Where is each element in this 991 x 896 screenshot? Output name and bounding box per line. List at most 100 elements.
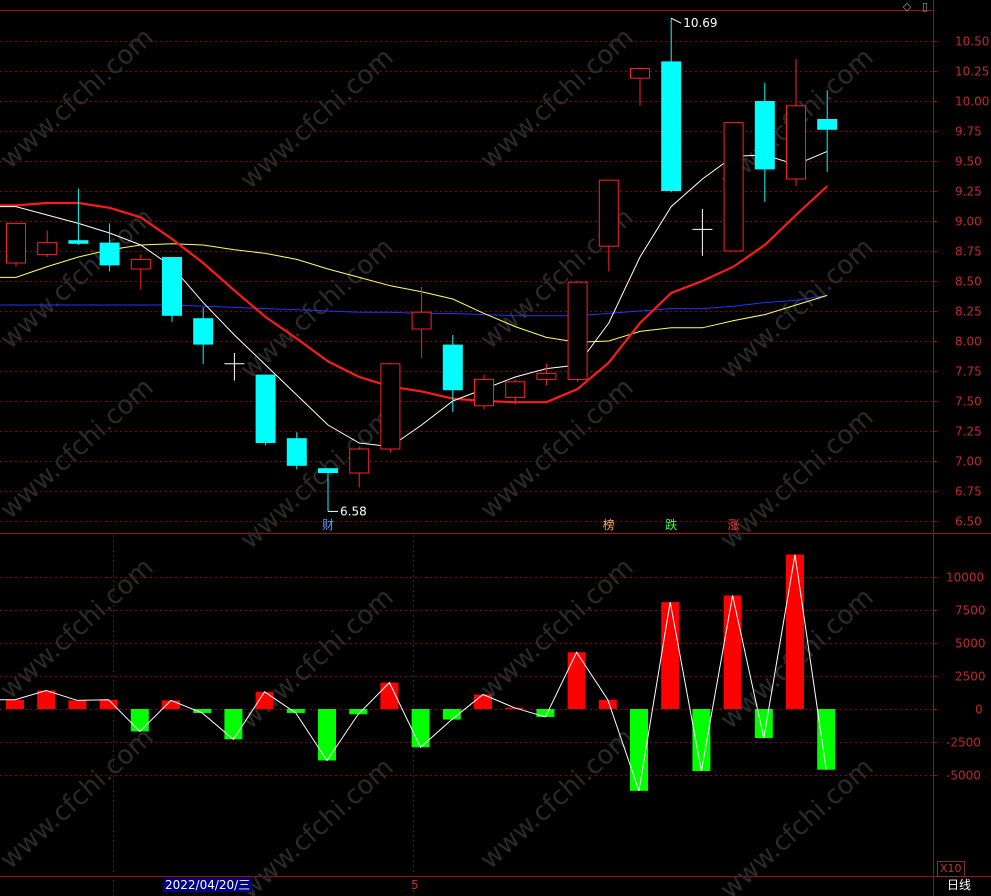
annotation-label: 6.58: [340, 504, 367, 518]
volume-bar: [99, 699, 118, 709]
chart-canvas[interactable]: www.cfchi.com www.cfchi.com www.cfchi.com w…: [0, 0, 991, 896]
event-marker: 跌: [665, 517, 677, 532]
watermark-text: www.cfchi.com: [715, 752, 880, 896]
watermark-text: www.cfchi.com: [715, 402, 880, 555]
price-tick-label: 10.25: [955, 65, 989, 79]
watermark-text: www.cfchi.com: [235, 582, 400, 735]
price-tick-label: 7.25: [955, 425, 982, 439]
price-tick-label: 8.00: [955, 335, 982, 349]
volume-bar: [224, 709, 243, 740]
candle-body: [754, 101, 775, 170]
candle-body: [598, 179, 619, 247]
watermark-text: www.cfchi.com: [715, 232, 880, 385]
candle-body: [411, 311, 432, 330]
volume-bar: [692, 709, 711, 772]
watermark-text: www.cfchi.com: [0, 372, 160, 525]
volume-bar: [567, 652, 586, 709]
annotation-leader: [670, 17, 682, 24]
volume-tick-label: 5000: [955, 637, 986, 651]
watermark-text: www.cfchi.com: [235, 42, 400, 195]
candle-body: [286, 438, 307, 466]
period-selector[interactable]: 日线: [947, 878, 971, 892]
candle-body: [474, 378, 494, 407]
candle-body: [193, 318, 214, 345]
volume-tick-label: 10000: [946, 571, 984, 585]
price-tick-label: 9.75: [955, 125, 982, 139]
price-tick-label: 7.50: [955, 395, 982, 409]
event-marker: 涨: [728, 517, 740, 532]
volume-bar: [68, 700, 87, 709]
candle-body: [37, 242, 58, 256]
scroll-icon[interactable]: ▯: [918, 0, 932, 14]
watermark-layer: www.cfchi.com www.cfchi.com www.cfchi.com w…: [0, 22, 880, 896]
watermark-text: www.cfchi.com: [475, 22, 640, 175]
candle-body: [318, 468, 338, 473]
candle-body: [630, 68, 650, 79]
candlestick-layer: [6, 18, 838, 512]
candle-body: [255, 374, 276, 443]
volume-bar: [536, 709, 555, 717]
price-axis-layer: 10.50 10.25 10.00 9.75 9.50 9.25 9.00 8.75 8.50 8…: [933, 35, 989, 783]
candle-body: [661, 61, 682, 192]
candle-body: [99, 242, 120, 266]
watermark-text: www.cfchi.com: [0, 722, 160, 875]
price-tick-label: 10.50: [955, 35, 989, 49]
annotation-label: 10.69: [683, 16, 717, 30]
watermark-text: www.cfchi.com: [475, 722, 640, 875]
price-tick-label: 7.75: [955, 365, 982, 379]
price-tick-label: 7.00: [955, 455, 982, 469]
candle-body: [68, 240, 89, 244]
watermark-text: www.cfchi.com: [475, 552, 640, 705]
volume-bar: [255, 691, 274, 709]
volume-tick-label: 2500: [955, 670, 986, 684]
candle-body: [723, 122, 744, 252]
date-cursor-label: 2022/04/20/三: [163, 878, 253, 892]
candle-body: [130, 258, 151, 270]
candle-body: [567, 281, 588, 380]
volume-bar: [193, 709, 212, 713]
watermark-text: www.cfchi.com: [0, 552, 160, 705]
candle-body: [817, 119, 838, 130]
volume-bar: [349, 709, 368, 715]
volume-tick-label: 7500: [955, 604, 986, 618]
volume-bar: [754, 709, 773, 739]
diamond-icon[interactable]: ◇: [900, 0, 914, 14]
volume-bar: [162, 700, 180, 709]
volume-bar: [661, 602, 680, 709]
price-tick-label: 9.50: [955, 155, 982, 169]
volume-bar: [786, 554, 804, 709]
candle-body: [6, 222, 26, 264]
candle-body: [536, 372, 557, 380]
event-marker: 财: [322, 518, 334, 532]
volume-tick-label: 0: [975, 703, 983, 717]
watermark-text: www.cfchi.com: [475, 372, 640, 525]
volume-tick-label: -5000: [946, 769, 981, 783]
axis-tick-label: 5: [411, 878, 419, 892]
watermark-text: www.cfchi.com: [235, 752, 400, 896]
volume-bar: [318, 709, 336, 761]
candle-body: [162, 257, 182, 316]
volume-tick-label: -2500: [946, 736, 981, 750]
price-tick-label: 9.00: [955, 215, 982, 229]
candle-body: [442, 344, 463, 391]
volume-bar: [723, 595, 742, 709]
candle-body: [786, 105, 806, 180]
candle-body: [505, 381, 526, 398]
price-tick-label: 8.25: [955, 305, 982, 319]
volume-bar: [6, 699, 24, 709]
price-tick-label: 6.75: [955, 485, 982, 499]
candle-body: [349, 448, 370, 474]
price-tick-label: 6.50: [955, 515, 982, 529]
candle-body: [380, 363, 401, 450]
price-tick-label: 10.00: [955, 95, 989, 109]
event-marker: 榜: [603, 517, 615, 532]
scale-label: X10: [937, 861, 965, 877]
price-tick-label: 8.75: [955, 245, 982, 259]
window-controls: ◇ ▯: [900, 0, 934, 14]
volume-bar: [817, 709, 836, 770]
volume-bar: [37, 690, 56, 709]
watermark-text: www.cfchi.com: [0, 22, 160, 175]
price-tick-label: 8.50: [955, 275, 982, 289]
price-tick-label: 9.25: [955, 185, 982, 199]
volume-bar: [130, 709, 149, 732]
